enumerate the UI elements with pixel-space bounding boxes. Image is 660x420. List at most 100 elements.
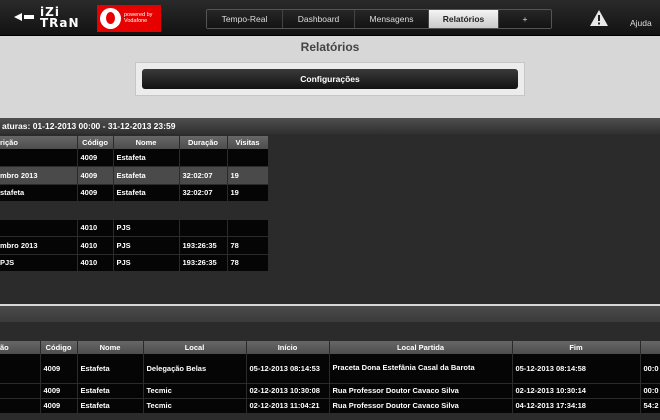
cell: PJS <box>113 219 180 237</box>
summary-panel-title: aturas: 01-12-2013 00:00 - 31-12-2013 23… <box>0 118 660 134</box>
logo-text-line2: TRaN <box>40 16 80 30</box>
table-row[interactable]: 4009 Estafeta Tecmic 02-12-2013 10:30:08 Rua… <box>0 383 660 399</box>
cell: 32:02:07 <box>179 184 228 202</box>
cell <box>0 354 41 384</box>
vodafone-logo-icon <box>100 8 121 29</box>
cell: Estafeta <box>113 184 180 202</box>
config-container: Configurações <box>135 62 525 96</box>
cell: PJS <box>113 236 180 255</box>
col-descricao[interactable]: ão <box>0 341 41 354</box>
page-title: Relatórios <box>300 40 360 54</box>
vodafone-badge: powered by Vodafone <box>97 5 161 32</box>
cell <box>0 398 41 414</box>
cell: 4009 <box>40 398 78 414</box>
tab-relatorios[interactable]: Relatórios <box>429 10 499 28</box>
cell: 4009 <box>40 383 78 399</box>
summary-panel: aturas: 01-12-2013 00:00 - 31-12-2013 23… <box>0 118 660 304</box>
cell <box>179 149 228 167</box>
cell: 00:0 <box>640 354 660 384</box>
col-nome[interactable]: Nome <box>113 136 180 149</box>
cell: 02-12-2013 10:30:14 <box>512 383 641 399</box>
cell: Estafeta <box>113 166 180 185</box>
table-row[interactable]: stafeta 4009 Estafeta 32:02:07 19 <box>0 184 269 202</box>
cell: 02-12-2013 11:04:21 <box>246 398 330 414</box>
summary-header-row: rição Código Nome Duração Visitas <box>0 136 269 149</box>
cell: Tecmic <box>143 398 247 414</box>
table-row[interactable]: mbro 2013 4009 Estafeta 32:02:07 19 <box>0 166 269 185</box>
cell <box>179 271 228 290</box>
col-inicio[interactable]: Início <box>246 341 330 354</box>
cell: 54:2 <box>640 398 660 414</box>
cell: 4010 <box>77 219 114 237</box>
cell <box>179 201 228 220</box>
cell: PJS <box>0 254 78 272</box>
summary-table: rição Código Nome Duração Visitas 4009 Es… <box>0 136 269 290</box>
table-row[interactable]: PJS 4010 PJS 193:26:35 78 <box>0 254 269 272</box>
cell <box>227 271 269 290</box>
cell <box>113 201 180 220</box>
cell: 00:0 <box>640 383 660 399</box>
vodafone-text: powered by Vodafone <box>124 12 153 24</box>
table-row[interactable]: 4009 Estafeta Delegação Belas 05-12-2013 08… <box>0 354 660 384</box>
col-codigo[interactable]: Código <box>40 341 78 354</box>
details-header-row: ão Código Nome Local Início Local Partid… <box>0 341 660 354</box>
cell: 05-12-2013 08:14:58 <box>512 354 641 384</box>
cell <box>0 149 78 167</box>
help-link[interactable]: Ajuda <box>630 18 652 28</box>
tab-dashboard[interactable]: Dashboard <box>283 10 355 28</box>
izitran-logo[interactable]: iZi TRaN <box>14 4 82 32</box>
cell: Rua Professor Doutor Cavaco Silva <box>329 398 513 414</box>
cell: Tecmic <box>143 383 247 399</box>
warning-icon[interactable] <box>589 9 609 27</box>
cell: 02-12-2013 10:30:08 <box>246 383 330 399</box>
col-codigo[interactable]: Código <box>77 136 114 149</box>
cell: Praceta Dona Estefânia Casal da Barota <box>329 354 513 384</box>
details-table: ão Código Nome Local Início Local Partid… <box>0 341 660 414</box>
cell <box>227 219 269 237</box>
main-tabs: Tempo-Real Dashboard Mensagens Relatório… <box>206 9 552 29</box>
tab-tempo-real[interactable]: Tempo-Real <box>207 10 283 28</box>
section-separator <box>0 306 660 322</box>
cell <box>227 149 269 167</box>
cell: Rua Professor Doutor Cavaco Silva <box>329 383 513 399</box>
cell: Estafeta <box>113 149 180 167</box>
cell: stafeta <box>0 184 78 202</box>
table-row[interactable]: 4009 Estafeta <box>0 149 269 167</box>
cell: Delegação Belas <box>143 354 247 384</box>
col-fim[interactable]: Fim <box>512 341 641 354</box>
table-row <box>0 201 269 220</box>
cell: Estafeta <box>77 383 144 399</box>
col-nome[interactable]: Nome <box>77 341 144 354</box>
cell: Estafeta <box>77 398 144 414</box>
cell <box>0 271 78 290</box>
cell: PJS <box>113 254 180 272</box>
cell: mbro 2013 <box>0 236 78 255</box>
table-row[interactable]: 4009 Estafeta Tecmic 02-12-2013 11:04:21 Rua… <box>0 398 660 414</box>
cell <box>227 201 269 220</box>
cell: 4010 <box>77 236 114 255</box>
table-row[interactable]: 4010 PJS <box>0 219 269 237</box>
cell: 4009 <box>40 354 78 384</box>
col-local-partida[interactable]: Local Partida <box>329 341 513 354</box>
col-visitas[interactable]: Visitas <box>227 136 269 149</box>
cell <box>0 201 78 220</box>
logo-mark-icon <box>14 13 34 21</box>
cell <box>77 271 114 290</box>
cell: 4010 <box>77 254 114 272</box>
tab-mensagens[interactable]: Mensagens <box>355 10 429 28</box>
cell: 78 <box>227 254 269 272</box>
cell: 4009 <box>77 149 114 167</box>
cell: 19 <box>227 166 269 185</box>
configuracoes-button[interactable]: Configurações <box>142 69 518 89</box>
cell: 193:26:35 <box>179 236 228 255</box>
table-row <box>0 271 269 290</box>
col-descricao[interactable]: rição <box>0 136 78 149</box>
col-duracao[interactable] <box>640 341 660 354</box>
cell <box>113 271 180 290</box>
cell: mbro 2013 <box>0 166 78 185</box>
tab-more[interactable]: + <box>499 10 551 28</box>
col-duracao[interactable]: Duração <box>179 136 228 149</box>
cell <box>179 219 228 237</box>
col-local[interactable]: Local <box>143 341 247 354</box>
table-row[interactable]: mbro 2013 4010 PJS 193:26:35 78 <box>0 236 269 255</box>
